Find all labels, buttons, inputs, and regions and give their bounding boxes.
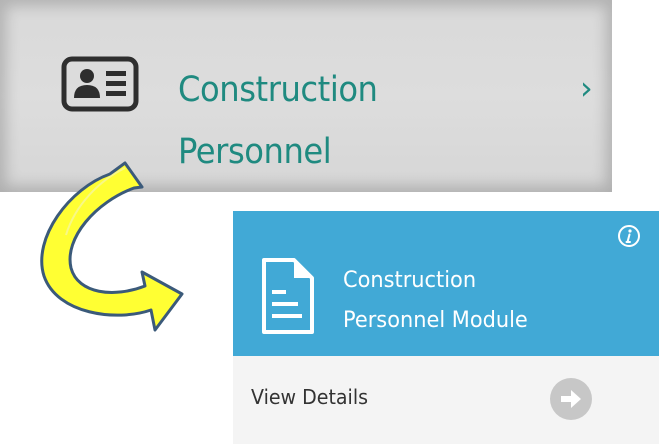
module-card-footer[interactable]: View Details	[233, 356, 659, 444]
view-details-button[interactable]	[550, 378, 592, 420]
chevron-right-icon: ›	[580, 69, 593, 107]
arrow-right-icon	[561, 390, 581, 408]
menu-item-title-line1: Construction	[178, 70, 378, 110]
id-card-icon	[61, 56, 139, 112]
module-title-line1: Construction	[343, 268, 477, 293]
curved-arrow-icon	[40, 161, 184, 332]
module-card-header: Construction Personnel Module	[233, 211, 659, 356]
module-title: Construction Personnel Module	[343, 261, 628, 341]
construction-personnel-module-card[interactable]: Construction Personnel Module View Detai…	[233, 211, 659, 444]
module-title-line2: Personnel Module	[343, 308, 528, 333]
view-details-link[interactable]: View Details	[251, 379, 368, 415]
info-icon[interactable]	[617, 224, 641, 248]
document-icon	[262, 258, 314, 334]
